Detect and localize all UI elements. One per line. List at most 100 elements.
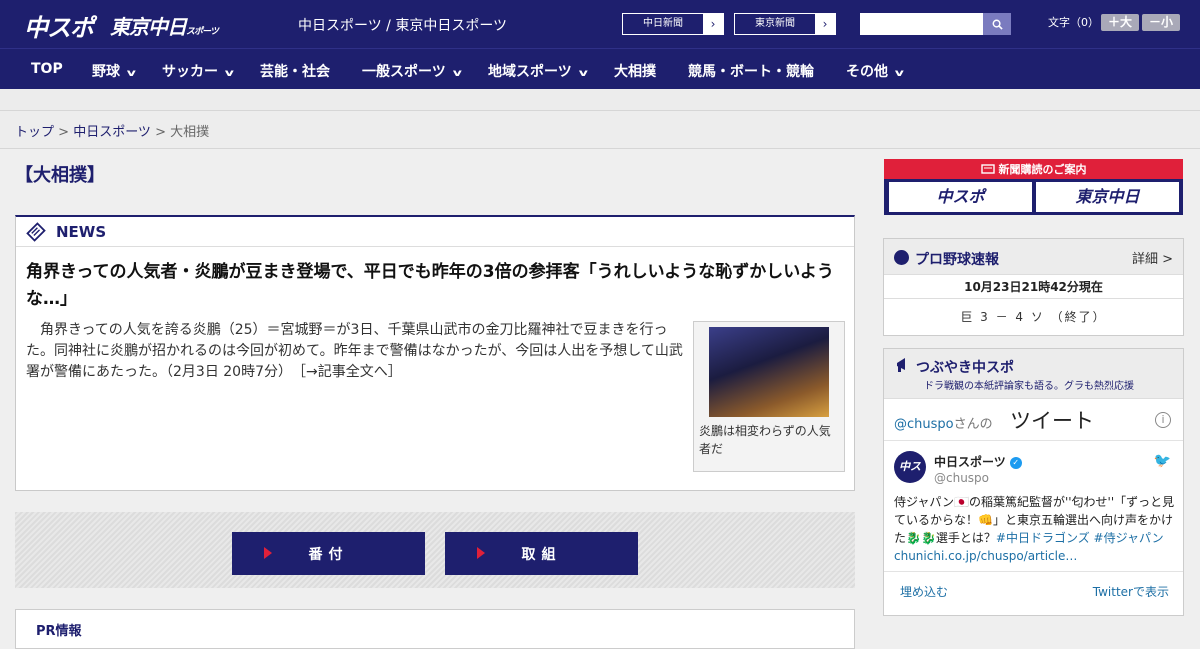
chevron-right-icon: ›	[703, 14, 723, 34]
handle-text: @chuspo	[894, 417, 954, 432]
twitter-card-subtitle: ドラ戦観の本紙評論家も語る。グラも熱烈応援	[924, 381, 1134, 392]
tokyo-logo-text: 東京中日	[110, 15, 187, 39]
nav-label: その他	[846, 64, 888, 80]
twitter-bird-icon[interactable]: 🐦	[1154, 453, 1171, 469]
nav-item-general-sports[interactable]: 一般スポーツ v	[362, 61, 462, 81]
baseball-live-header: プロ野球速報 詳細 >	[884, 239, 1183, 275]
info-icon[interactable]: i	[1155, 412, 1171, 428]
breadcrumb-top[interactable]: トップ	[15, 125, 54, 140]
nav-item-baseball[interactable]: 野球 v	[92, 61, 136, 81]
author-name-text: 中日スポーツ	[934, 455, 1006, 469]
tweet-author-name[interactable]: 中日スポーツ ✓	[934, 453, 1022, 470]
page-title: 【大相撲】	[15, 165, 105, 186]
font-larger-button[interactable]: ＋大	[1101, 14, 1139, 31]
megaphone-icon	[897, 358, 905, 372]
nav-label: 地域スポーツ	[488, 64, 572, 80]
ad-chuspo-logo[interactable]: 中スポ	[889, 182, 1032, 212]
baseball-live-title: プロ野球速報	[915, 252, 999, 268]
chevron-down-icon: v	[894, 68, 904, 79]
baseball-update-time: 10月23日21時42分現在	[884, 275, 1183, 299]
newspaper-icon	[980, 164, 995, 174]
twitter-card-footer: 埋め込む Twitterで表示	[884, 571, 1183, 607]
nav-label: 大相撲	[614, 64, 656, 80]
font-size-label: 文字（0）	[1048, 16, 1099, 29]
nav-item-entertainment[interactable]: 芸能・社会	[260, 61, 330, 81]
view-on-twitter-link[interactable]: Twitterで表示	[1093, 583, 1169, 600]
triangle-right-icon	[264, 547, 272, 559]
tokyo-shimbun-link[interactable]: 東京新聞 ›	[734, 13, 836, 35]
search-button[interactable]	[983, 13, 1011, 35]
photo-caption: 炎鵬は相変わらずの人気者だ	[699, 424, 831, 456]
verified-icon: ✓	[1009, 457, 1022, 469]
handle-suffix: さんの	[953, 417, 993, 432]
timeline-header: @chuspoさんの ツイート i	[884, 399, 1183, 441]
nav-label: TOP	[31, 61, 63, 77]
timeline-title: ツイート	[1010, 409, 1094, 433]
article-photo[interactable]	[709, 327, 829, 417]
news-box: NEWS 角界きっての人気者・炎鵬が豆まき登場で、平日でも昨年の3倍の参拝客「う…	[15, 215, 855, 491]
chuspo-logo[interactable]: 中スポ	[24, 8, 94, 43]
main-nav: TOP 野球 v サッカー v 芸能・社会 一般スポーツ v 地域スポーツ v 大相撲 …	[0, 48, 1200, 89]
chunichi-shimbun-label: 中日新聞	[643, 18, 683, 29]
breadcrumb-current: 大相撲	[170, 125, 210, 140]
tweet-text: 侍ジャパン🇯🇵の稲葉篤紀監督が''匂わせ''「ずっと見ているからな！👊」と東京五…	[894, 493, 1176, 565]
article-summary[interactable]: 角界きっての人気を誇る炎鵬（25）＝宮城野＝が3日、千葉県山武市の金刀比羅神社で…	[26, 320, 686, 383]
embed-link[interactable]: 埋め込む	[900, 583, 948, 600]
news-header: NEWS	[16, 217, 854, 247]
subscription-ad-text: 新聞購読のご案内	[998, 163, 1087, 176]
banzuke-label: 番付	[308, 546, 349, 563]
torikumi-label: 取組	[521, 546, 562, 563]
site-title: 中日スポーツ / 東京中日スポーツ	[298, 18, 508, 34]
news-label: NEWS	[56, 222, 107, 241]
chevron-right-icon: ›	[815, 14, 835, 34]
baseball-detail-link[interactable]: 詳細 >	[1132, 248, 1173, 267]
sumo-buttons-band: 番付 取組	[15, 512, 855, 588]
breadcrumb: トップ > 中日スポーツ > 大相撲	[0, 111, 1200, 149]
breadcrumb-sep: >	[150, 125, 171, 140]
chevron-down-icon: v	[126, 68, 136, 79]
chunichi-shimbun-link[interactable]: 中日新聞 ›	[622, 13, 724, 35]
chevron-down-icon: v	[224, 68, 234, 79]
tokyo-logo-small: スポーツ	[186, 27, 219, 37]
twitter-card-title: つぶやき中スポ	[916, 360, 1014, 376]
triangle-right-icon	[477, 547, 485, 559]
nav-label: 競馬・ボート・競輪	[688, 64, 814, 80]
breadcrumb-sep: >	[54, 125, 74, 140]
timeline-handle[interactable]: @chuspoさんの	[894, 413, 993, 432]
tweet-link[interactable]: chunichi.co.jp/chuspo/article…	[894, 549, 1077, 563]
site-header: 中スポ 東京中日スポーツ 中日スポーツ / 東京中日スポーツ 中日新聞 › 東京…	[0, 0, 1200, 48]
breadcrumb-section[interactable]: 中日スポーツ	[73, 125, 151, 140]
tokyo-chunichi-logo[interactable]: 東京中日スポーツ	[110, 11, 219, 40]
subscription-ad-title: 新聞購読のご案内	[884, 161, 1183, 177]
main-content: 【大相撲】 NEWS 角界きっての人気者・炎鵬が豆まき登場で、平日でも昨年の3倍…	[15, 149, 855, 649]
nav-item-racing[interactable]: 競馬・ボート・競輪	[688, 61, 814, 81]
nav-label: 一般スポーツ	[362, 64, 446, 80]
tweet-author-handle[interactable]: @chuspo	[934, 471, 989, 485]
ad-tokyo-logo[interactable]: 東京中日	[1036, 182, 1179, 212]
article-photo-box: 炎鵬は相変わらずの人気者だ	[693, 321, 845, 472]
baseball-score[interactable]: 巨 3 － 4 ソ （終了）	[884, 299, 1183, 335]
nav-item-top[interactable]: TOP	[31, 61, 63, 77]
newspaper-icon	[26, 221, 46, 242]
chevron-down-icon: v	[452, 68, 462, 79]
banzuke-button[interactable]: 番付	[232, 532, 425, 575]
nav-label: サッカー	[162, 64, 218, 80]
nav-item-sumo[interactable]: 大相撲	[614, 61, 656, 81]
nav-item-other[interactable]: その他 v	[846, 61, 904, 81]
nav-label: 野球	[92, 64, 120, 80]
search-icon	[992, 19, 1003, 30]
tweet-hashtags[interactable]: #中日ドラゴンズ #侍ジャパン	[996, 531, 1164, 545]
nav-item-soccer[interactable]: サッカー v	[162, 61, 234, 81]
baseball-live-card: プロ野球速報 詳細 > 10月23日21時42分現在 巨 3 － 4 ソ （終了…	[883, 238, 1184, 336]
baseball-icon	[894, 250, 909, 265]
pr-box: PR情報	[15, 609, 855, 649]
torikumi-button[interactable]: 取組	[445, 532, 638, 575]
spacer-band	[0, 89, 1200, 111]
tokyo-shimbun-label: 東京新聞	[755, 18, 795, 29]
nav-item-local-sports[interactable]: 地域スポーツ v	[488, 61, 588, 81]
font-smaller-button[interactable]: －小	[1142, 14, 1180, 31]
avatar[interactable]: 中ス	[894, 451, 926, 483]
chevron-down-icon: v	[578, 68, 588, 79]
article-headline[interactable]: 角界きっての人気者・炎鵬が豆まき登場で、平日でも昨年の3倍の参拝客「うれしいよう…	[26, 259, 846, 313]
search-input[interactable]	[860, 13, 983, 35]
